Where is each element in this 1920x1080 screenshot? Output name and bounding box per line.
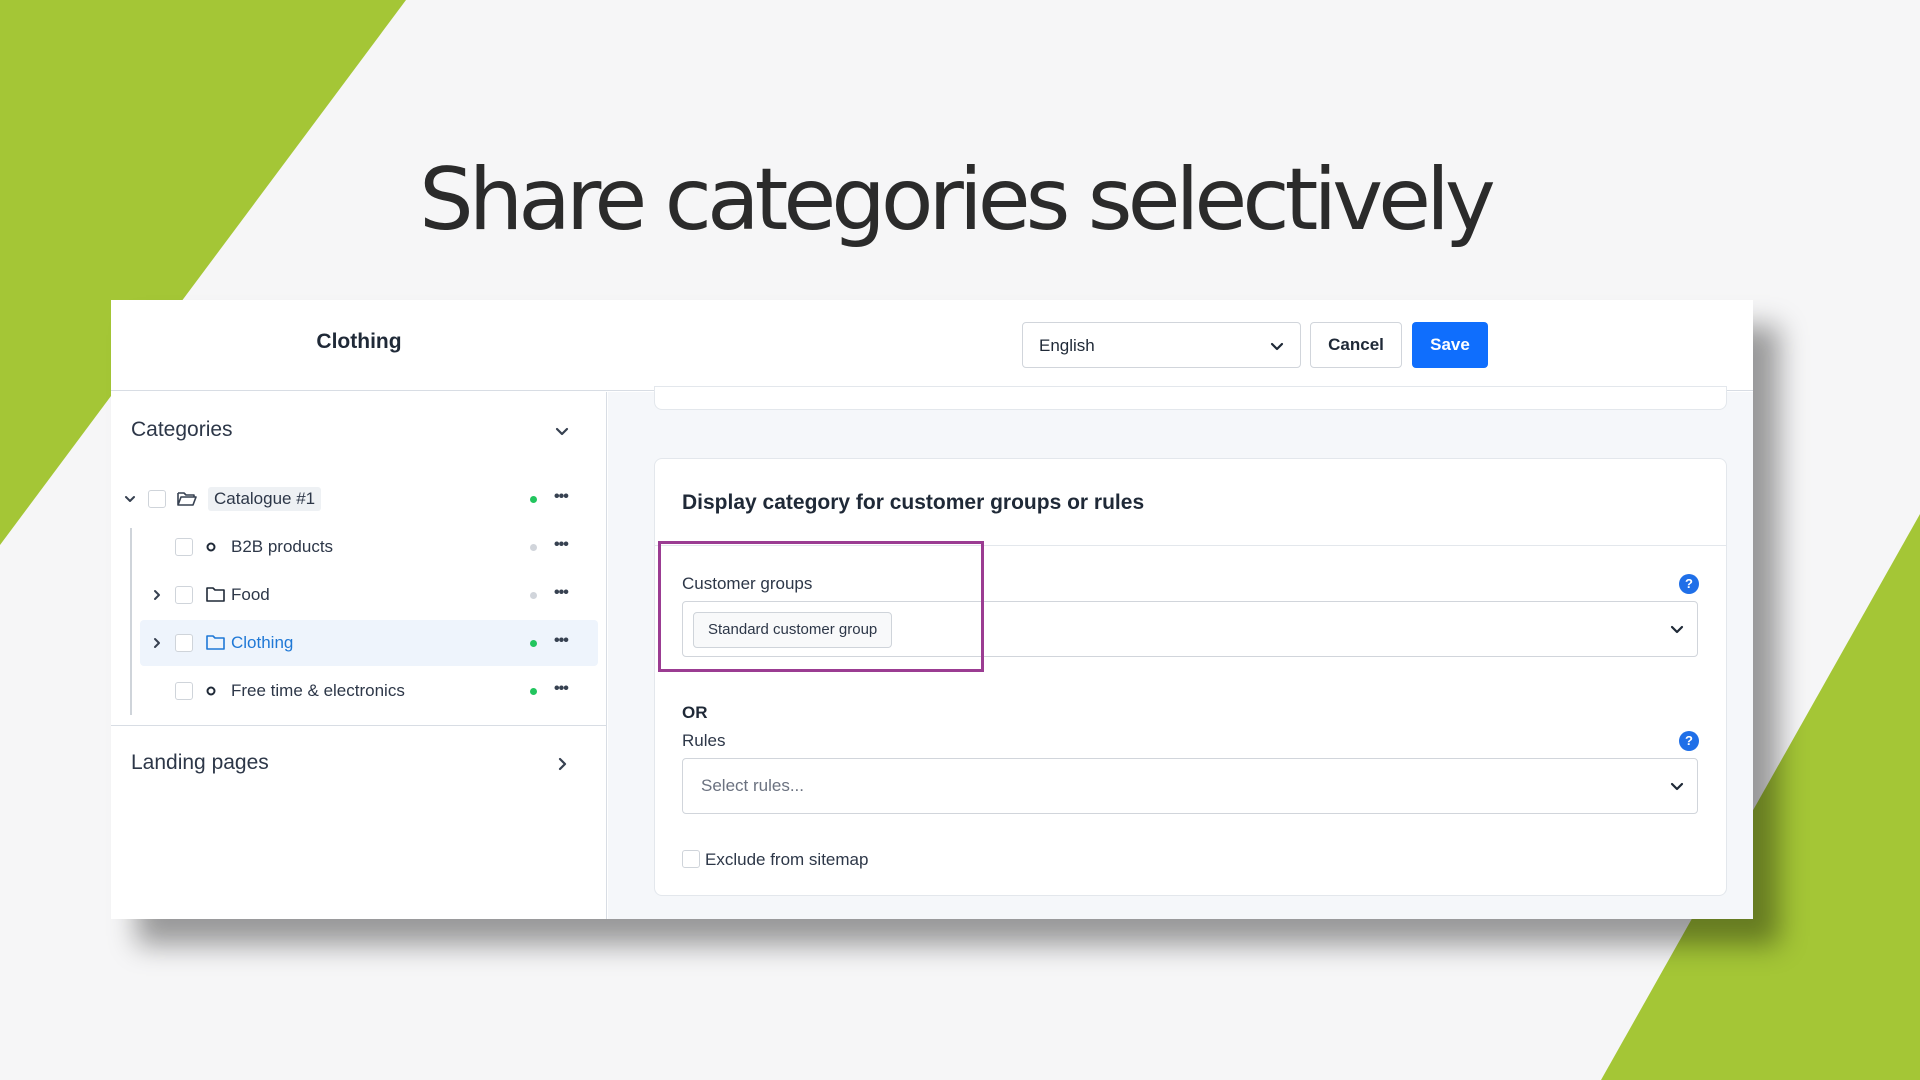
tree-item-clothing[interactable]: Clothing ••• [111,620,607,666]
status-dot [530,592,537,599]
card-divider [655,545,1726,546]
tree-item-label: Food [231,585,270,604]
categories-collapse-chevron-icon[interactable] [554,423,570,439]
rules-placeholder: Select rules... [701,776,804,795]
status-dot [530,688,537,695]
exclude-from-sitemap-label[interactable]: Exclude from sitemap [705,850,868,870]
chevron-down-icon[interactable] [1669,778,1685,794]
page-title: Clothing [316,330,402,353]
or-separator: OR [682,703,708,722]
more-options-icon[interactable]: ••• [554,681,576,698]
rules-select[interactable]: Select rules... [682,758,1698,814]
tree-item-checkbox[interactable] [175,634,193,652]
main-content: Display category for customer groups or … [608,386,1753,919]
tree-item-b2b-products[interactable]: B2B products ••• [111,524,607,570]
chevron-down-icon[interactable] [1669,621,1685,637]
visibility-card: Display category for customer groups or … [654,458,1727,896]
tree-item-catalogue-1[interactable]: Catalogue #1 ••• [111,476,607,522]
customer-groups-label: Customer groups [682,574,813,593]
previous-card [654,386,1727,410]
cancel-button[interactable]: Cancel [1310,322,1402,368]
category-sidebar: Categories Catalogue #1 ••• B2B products [111,392,607,919]
more-options-icon[interactable]: ••• [554,489,576,506]
customer-groups-select[interactable]: Standard customer group [682,601,1698,657]
folder-icon [206,587,225,602]
status-dot [530,496,537,503]
tree-item-checkbox[interactable] [148,490,166,508]
tree-item-label: Catalogue #1 [208,487,322,511]
language-select-value: English [1039,336,1095,355]
app-window: Clothing English Cancel Save Categories … [111,300,1753,919]
customer-group-chip[interactable]: Standard customer group [693,612,893,648]
circle-icon [206,686,216,696]
chevron-right-icon[interactable] [554,756,570,772]
status-dot [530,640,537,647]
tree-item-label: B2B products [231,537,334,556]
chevron-down-icon [1270,342,1284,351]
folder-open-icon [177,492,197,506]
circle-icon [206,542,216,552]
exclude-from-sitemap-checkbox[interactable] [682,850,700,868]
status-dot [530,544,537,551]
landing-pages-heading[interactable]: Landing pages [131,751,269,775]
chevron-right-icon[interactable] [150,636,164,650]
card-title: Display category for customer groups or … [682,491,1145,514]
tree-item-checkbox[interactable] [175,586,193,604]
language-select[interactable]: English [1022,322,1301,368]
top-bar: Clothing English Cancel Save [111,300,1753,391]
tree-item-label: Clothing [231,633,294,652]
chevron-right-icon[interactable] [150,588,164,602]
tree-item-food[interactable]: Food ••• [111,572,607,618]
tree-item-checkbox[interactable] [175,682,193,700]
rules-label: Rules [682,731,726,750]
tree-item-label: Free time & electronics [231,681,405,700]
tree-item-free-time-electronics[interactable]: Free time & electronics ••• [111,668,607,714]
more-options-icon[interactable]: ••• [554,537,576,554]
slide-title: Share categories selectively [419,150,1496,250]
customer-groups-help-icon[interactable]: ? [1679,574,1699,594]
sidebar-divider [111,725,606,726]
categories-heading: Categories [131,418,233,441]
rules-help-icon[interactable]: ? [1679,731,1699,751]
folder-icon [206,635,225,650]
save-button[interactable]: Save [1412,322,1488,368]
more-options-icon[interactable]: ••• [554,585,576,602]
tree-item-checkbox[interactable] [175,538,193,556]
more-options-icon[interactable]: ••• [554,633,576,650]
chevron-down-icon[interactable] [123,492,137,506]
